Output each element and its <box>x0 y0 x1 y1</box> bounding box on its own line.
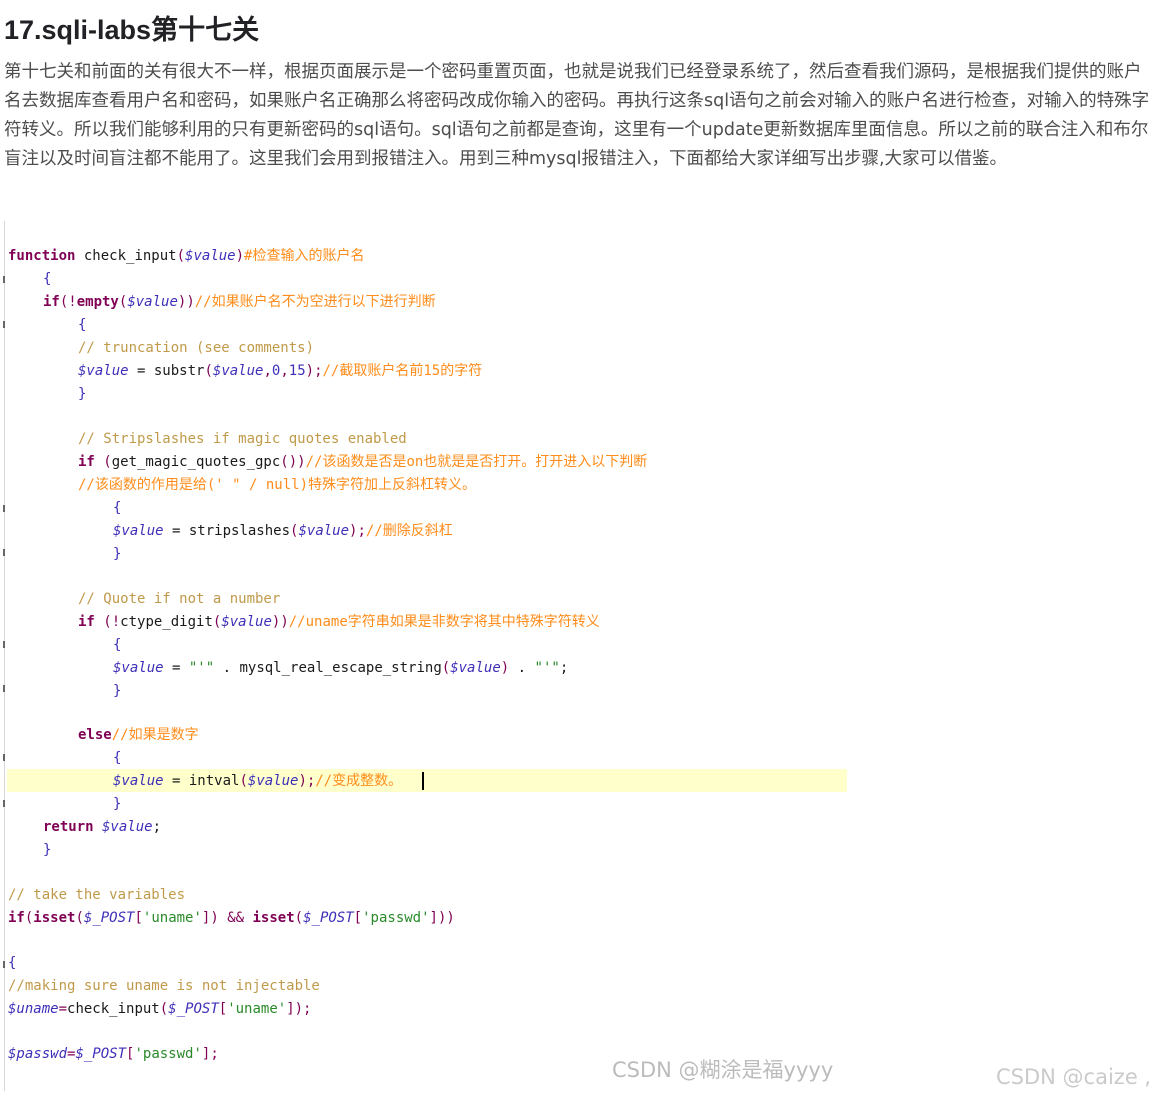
code-line: } <box>113 796 122 812</box>
code-line: { <box>113 637 122 653</box>
code-line: if(!empty($value))//如果账户名不为空进行以下进行判断 <box>43 294 436 310</box>
gutter-mark <box>3 754 5 761</box>
text-cursor <box>422 772 424 790</box>
article-paragraph: 第十七关和前面的关有很大不一样，根据页面展示是一个密码重置页面，也就是说我们已经… <box>4 62 1150 169</box>
gutter-mark <box>3 321 5 328</box>
code-line: $value = intval($value);//变成整数。 <box>113 773 403 789</box>
code-line: { <box>78 317 87 333</box>
watermark-inner: CSDN @糊涂是福yyyy <box>612 1058 834 1082</box>
gutter-mark <box>3 961 5 968</box>
code-line: // Quote if not a number <box>78 591 281 607</box>
code-line: //making sure uname is not injectable <box>8 978 320 994</box>
code-line: { <box>113 750 122 766</box>
code-line: return $value; <box>43 819 162 835</box>
code-line: { <box>43 271 52 287</box>
code-line: // Stripslashes if magic quotes enabled <box>78 431 407 447</box>
gutter-mark <box>3 549 5 556</box>
code-line: } <box>43 842 52 858</box>
code-line: $value = stripslashes($value);//删除反斜杠 <box>113 523 453 539</box>
code-line: $uname=check_input($_POST['uname']); <box>8 1001 312 1017</box>
code-line: function check_input($value)#检查输入的账户名 <box>8 248 365 264</box>
code-line: $value = "'" . mysql_real_escape_string(… <box>113 660 569 676</box>
gutter-mark <box>3 505 5 512</box>
code-line: { <box>113 500 122 516</box>
gutter-mark <box>3 685 5 692</box>
code-line: $passwd=$_POST['passwd']; <box>8 1046 219 1062</box>
watermark-outer: CSDN @caize , <box>996 1065 1152 1089</box>
code-line: else//如果是数字 <box>78 727 199 743</box>
gutter-mark <box>3 800 5 807</box>
code-line: if (!ctype_digit($value))//uname字符串如果是非数… <box>78 614 600 630</box>
code-line: if(isset($_POST['uname']) && isset($_POS… <box>8 910 455 926</box>
code-line: { <box>8 955 17 971</box>
code-line: } <box>113 683 122 699</box>
code-line: $value = substr($value,0,15);//截取账户名前15的… <box>78 363 483 379</box>
code-line: if (get_magic_quotes_gpc())//该函数是否是on也就是… <box>78 454 648 470</box>
gutter-mark <box>3 276 5 283</box>
article-title: 17.sqli-labs第十七关 <box>4 15 260 45</box>
code-line: // take the variables <box>8 887 186 903</box>
code-line: } <box>78 386 87 402</box>
code-line: //该函数的作用是给(' " / null)特殊字符加上反斜杠转义。 <box>78 477 477 493</box>
code-line: // truncation (see comments) <box>78 340 315 356</box>
gutter-mark <box>3 641 5 648</box>
code-screenshot: function check_input($value)#检查输入的账户名 { … <box>3 221 1156 1091</box>
code-line: } <box>113 546 122 562</box>
